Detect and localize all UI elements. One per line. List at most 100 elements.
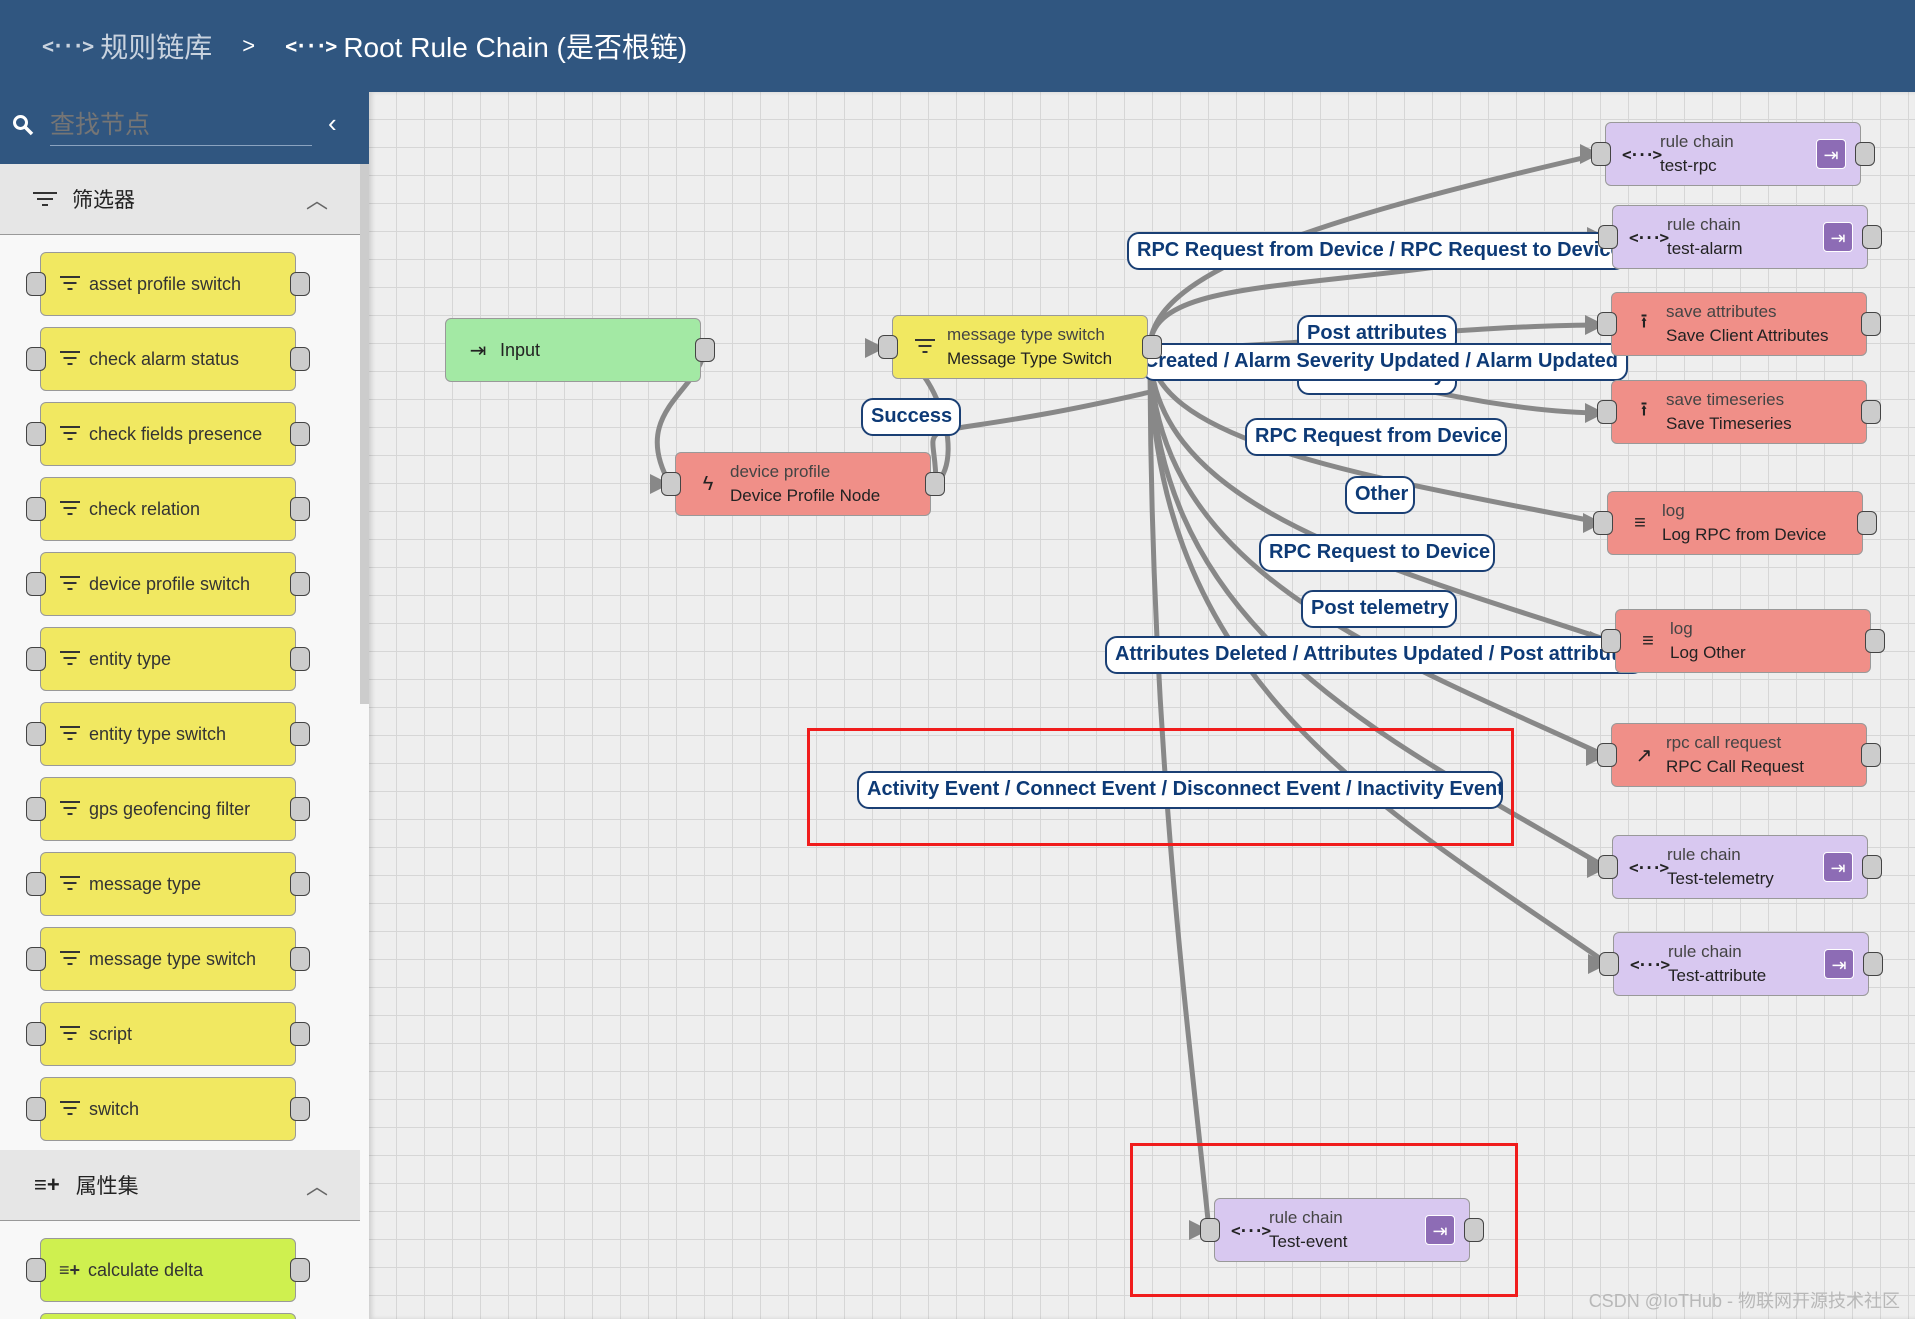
search-input[interactable] [50, 106, 312, 146]
link-label[interactable]: Attributes Deleted / Attributes Updated … [1105, 636, 1645, 674]
rule-node[interactable]: <···> rule chain Test-attribute ⇥ [1599, 932, 1883, 996]
palette-node-label: gps geofencing filter [89, 798, 251, 819]
open-rule-chain-icon[interactable]: ⇥ [1824, 949, 1854, 979]
input-port[interactable] [1597, 312, 1617, 336]
playlist-add-icon: ≡+ [34, 1172, 60, 1197]
input-icon: ⇥ [469, 339, 487, 362]
palette-node[interactable]: switch [26, 1077, 310, 1141]
palette-node[interactable]: message type [26, 852, 310, 916]
link-label[interactable]: Other [1345, 476, 1415, 514]
filter-icon [59, 724, 81, 745]
input-port[interactable] [1598, 225, 1618, 249]
output-port[interactable] [1857, 511, 1877, 535]
link-label[interactable]: Success [861, 398, 961, 436]
node-type: log [1670, 619, 1693, 638]
output-port[interactable] [1142, 335, 1162, 359]
filter-icon [59, 499, 81, 520]
input-port[interactable] [1598, 855, 1618, 879]
section-filter-header[interactable]: 筛选器 ︿ [0, 164, 360, 235]
output-port[interactable] [925, 472, 945, 496]
connection-line[interactable] [930, 389, 1151, 485]
chevron-up-icon[interactable]: ︿ [306, 183, 328, 215]
palette-node[interactable]: ≡+ [40, 1313, 296, 1319]
rule-node[interactable]: ⭱ save timeseries Save Timeseries [1597, 380, 1881, 444]
output-port [290, 1258, 310, 1282]
breadcrumb-rule-chains[interactable]: <···> 规则链库 [42, 26, 212, 66]
chevron-up-icon[interactable]: ︿ [306, 1169, 328, 1201]
rule-chain-icon: <···> [1629, 227, 1669, 247]
palette-node[interactable]: asset profile switch [26, 252, 310, 316]
section-title: 属性集 [75, 1175, 139, 1198]
playlist-add-icon: ≡+ [59, 1259, 81, 1280]
rule-node[interactable]: ↗ rpc call request RPC Call Request [1597, 723, 1881, 787]
output-port [290, 572, 310, 596]
palette-node[interactable]: check alarm status [26, 327, 310, 391]
palette-node[interactable]: gps geofencing filter [26, 777, 310, 841]
node-type: save timeseries [1666, 390, 1785, 409]
input-port[interactable] [1593, 511, 1613, 535]
link-label[interactable]: RPC Request to Device [1259, 534, 1495, 572]
link-label[interactable]: Post telemetry [1301, 590, 1457, 628]
node-type: message type switch [947, 325, 1105, 344]
node-name: Save Timeseries [1666, 414, 1792, 433]
rule-chain-canvas[interactable]: RPC Request from Device / RPC Request to… [369, 92, 1915, 1319]
input-port [26, 647, 46, 671]
output-port[interactable] [1855, 142, 1875, 166]
rule-node[interactable]: <···> rule chain test-alarm ⇥ [1598, 205, 1882, 269]
output-port[interactable] [1863, 952, 1883, 976]
node-name: Test-telemetry [1667, 869, 1774, 888]
open-rule-chain-icon[interactable]: ⇥ [1823, 222, 1853, 252]
palette-node[interactable]: check fields presence [26, 402, 310, 466]
input-port[interactable] [1591, 142, 1611, 166]
input-port[interactable] [1597, 400, 1617, 424]
upload-icon: ⭱ [1640, 311, 1648, 333]
output-port[interactable] [695, 338, 715, 362]
output-port[interactable] [1865, 629, 1885, 653]
filter-icon [59, 274, 81, 295]
section-enrichment-header[interactable]: ≡+ 属性集 ︿ [0, 1150, 360, 1221]
output-port[interactable] [1861, 312, 1881, 336]
link-label[interactable]: RPC Request from Device / RPC Request to… [1127, 232, 1627, 270]
rule-node[interactable]: <···> rule chain Test-telemetry ⇥ [1598, 835, 1882, 899]
collapse-sidebar-button[interactable]: ‹ [328, 108, 337, 139]
open-rule-chain-icon[interactable]: ⇥ [1816, 139, 1846, 169]
output-port[interactable] [1861, 743, 1881, 767]
filter-icon [59, 1099, 81, 1120]
node-name: test-rpc [1660, 156, 1717, 175]
rule-node[interactable]: ⭱ save attributes Save Client Attributes [1597, 292, 1881, 356]
highlight-box [807, 728, 1514, 846]
palette-node[interactable]: entity type [26, 627, 310, 691]
palette-node[interactable]: device profile switch [26, 552, 310, 616]
rule-chain-icon: <···> [1630, 954, 1670, 974]
palette-node[interactable]: check relation [26, 477, 310, 541]
input-port[interactable] [1599, 952, 1619, 976]
rule-node[interactable]: message type switch Message Type Switch [878, 315, 1162, 379]
palette-node[interactable]: script [26, 1002, 310, 1066]
input-port [26, 722, 46, 746]
rule-node[interactable]: ≡ log Log Other [1601, 609, 1885, 673]
link-label[interactable]: RPC Request from Device [1245, 418, 1507, 456]
link-label[interactable]: Created / Alarm Severity Updated / Alarm… [1142, 343, 1628, 381]
open-rule-chain-icon[interactable]: ⇥ [1823, 852, 1853, 882]
input-port[interactable] [878, 335, 898, 359]
input-port [26, 572, 46, 596]
output-port[interactable] [1862, 225, 1882, 249]
output-port[interactable] [1862, 855, 1882, 879]
palette-node-label: switch [89, 1098, 140, 1119]
rule-node[interactable]: ≡ log Log RPC from Device [1593, 491, 1877, 555]
palette-node[interactable]: message type switch [26, 927, 310, 991]
rule-node[interactable]: ϟ device profile Device Profile Node [661, 452, 945, 516]
rule-node[interactable]: ⇥ Input [445, 318, 715, 382]
output-port[interactable] [1861, 400, 1881, 424]
input-port[interactable] [1601, 629, 1621, 653]
node-name: Message Type Switch [947, 349, 1113, 368]
filter-icon [909, 336, 941, 359]
input-port[interactable] [661, 472, 681, 496]
filter-icon [59, 799, 81, 820]
input-port[interactable] [1597, 743, 1617, 767]
output-port [290, 1022, 310, 1046]
palette-node[interactable]: ≡+ calculate delta [26, 1238, 310, 1302]
rule-node[interactable]: <···> rule chain test-rpc ⇥ [1591, 122, 1875, 186]
palette-node[interactable]: entity type switch [26, 702, 310, 766]
sidebar-scrollbar[interactable] [360, 164, 369, 704]
